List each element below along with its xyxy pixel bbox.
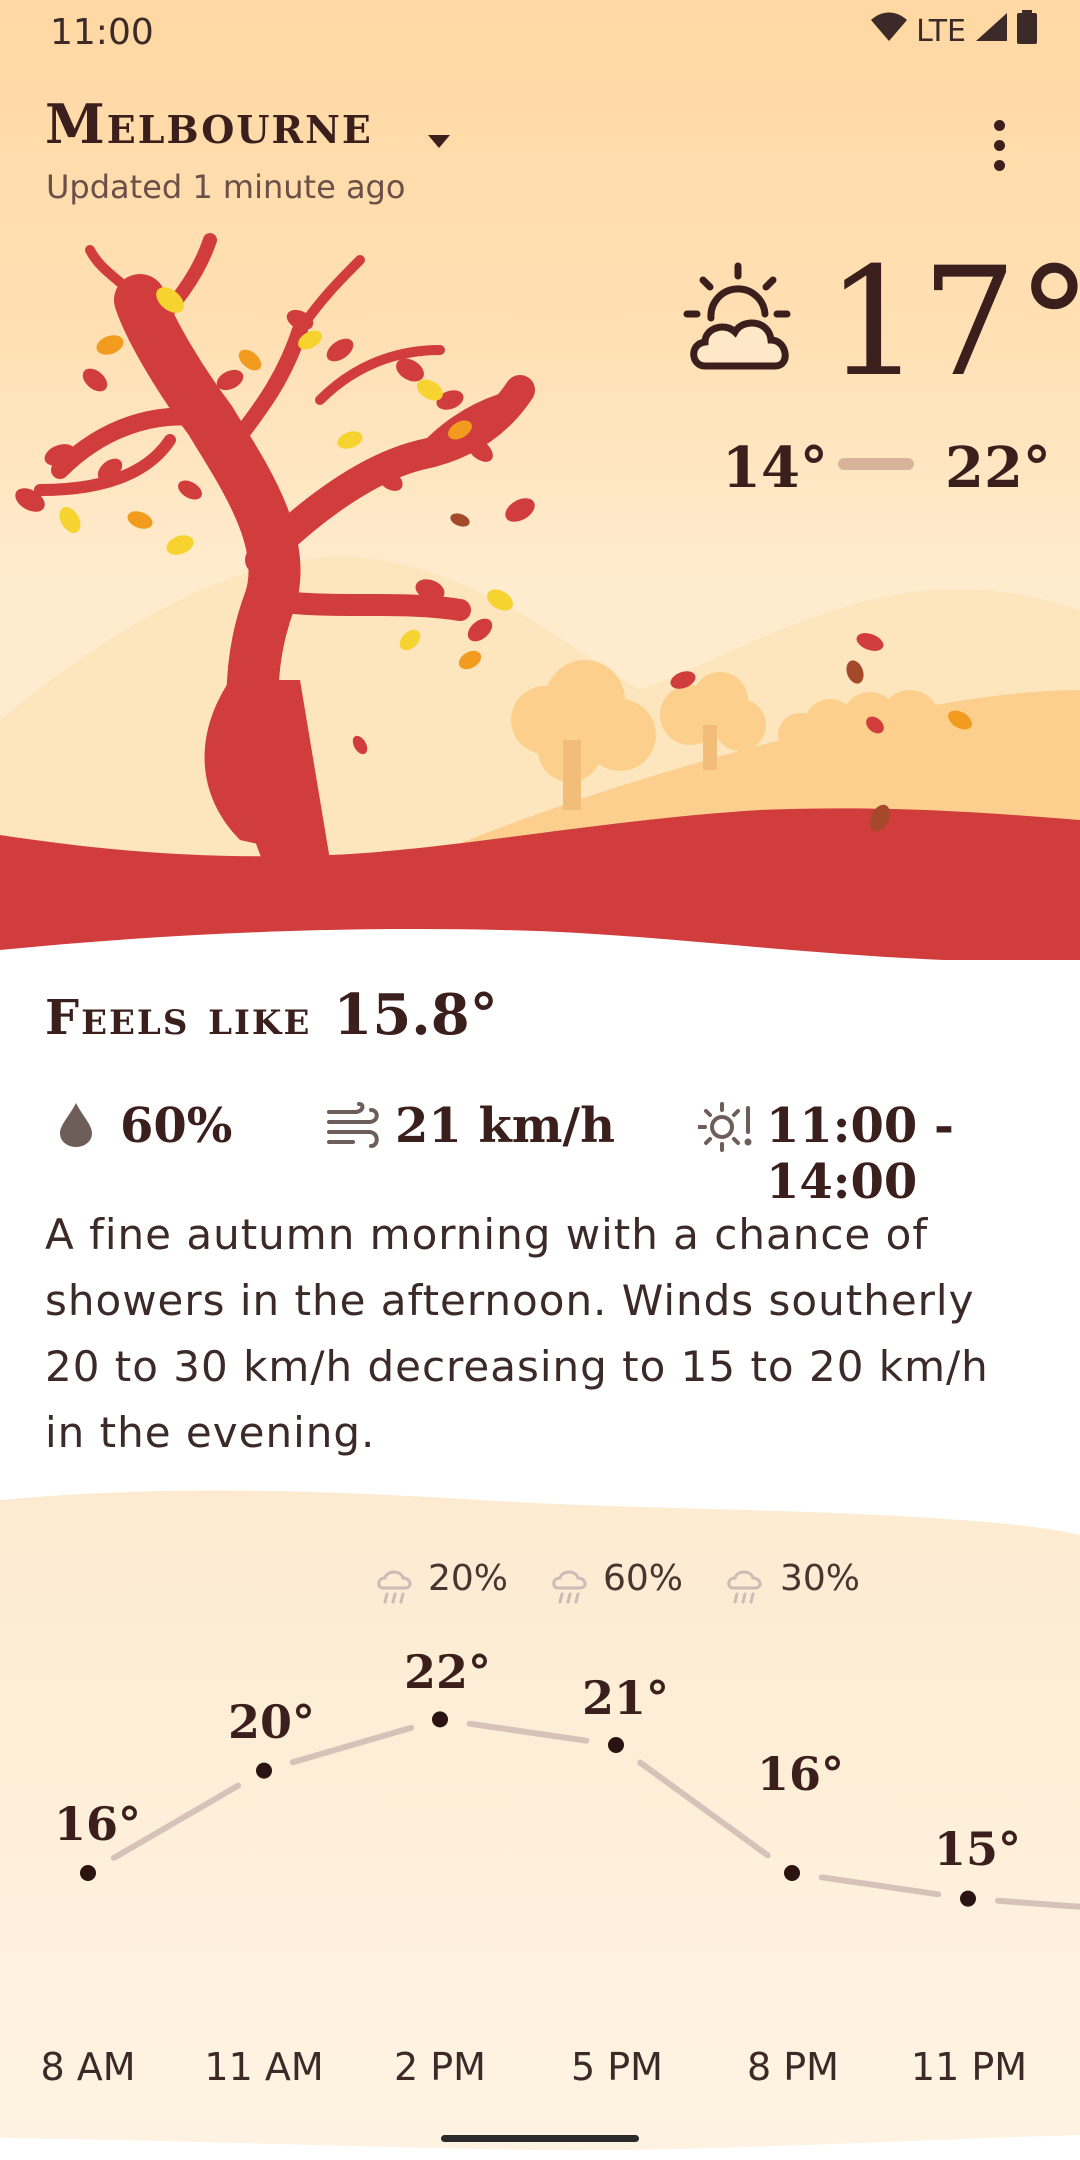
status-bar: 11:00 LTE xyxy=(0,0,1080,66)
network-type-label: LTE xyxy=(916,13,966,49)
hourly-time-label: 2 PM xyxy=(394,2045,486,2089)
temp-point xyxy=(432,1711,448,1728)
forecast-summary-text: A fine autumn morning with a chance of s… xyxy=(45,1210,989,1457)
temp-point xyxy=(960,1890,976,1907)
updated-timestamp: Updated 1 minute ago xyxy=(46,168,406,206)
feels-like-value: 15.8° xyxy=(333,982,498,1048)
rain-cloud-icon xyxy=(725,1566,765,1610)
hourly-temp-label: 22° xyxy=(404,1645,492,1699)
hourly-time-label: 11 AM xyxy=(204,2045,324,2089)
hourly-temp-label: 21° xyxy=(582,1671,670,1725)
hourly-time-label: 8 AM xyxy=(40,2045,136,2089)
city-name-dropdown[interactable]: Melbourne xyxy=(45,92,373,156)
temp-point xyxy=(608,1737,624,1753)
rain-cloud-icon xyxy=(550,1566,590,1610)
temp-line-segment xyxy=(818,1874,942,1898)
temp-line-segment xyxy=(466,1720,590,1744)
hourly-time-label: 5 PM xyxy=(571,2045,663,2089)
temp-point xyxy=(80,1865,96,1881)
gesture-nav-bar[interactable] xyxy=(441,2135,639,2142)
temp-line-segment xyxy=(994,1897,1080,1910)
cell-signal-icon xyxy=(974,12,1008,50)
wifi-icon xyxy=(870,12,908,50)
feels-like-label: Feels like xyxy=(45,990,312,1046)
hourly-temp-label: 20° xyxy=(228,1695,316,1749)
temp-point xyxy=(784,1865,800,1881)
hourly-time-label: 11 PM xyxy=(910,2045,1028,2089)
hourly-temp-label: 16° xyxy=(757,1747,845,1801)
battery-icon xyxy=(1016,10,1038,52)
wind-speed-value: 21 km/h xyxy=(395,1098,615,1154)
wind-icon xyxy=(325,1102,381,1154)
temp-line-segment xyxy=(637,1759,771,1859)
uv-window-value: 11:00 - 14:00 xyxy=(766,1098,954,1210)
rain-cloud-icon xyxy=(375,1566,415,1610)
high-temperature: 22° xyxy=(945,435,1051,501)
humidity-value: 60% xyxy=(120,1098,233,1154)
temp-point xyxy=(256,1762,272,1779)
uv-index-icon xyxy=(697,1100,754,1158)
temperature-range-bar xyxy=(838,458,914,470)
hourly-temp-label: 16° xyxy=(54,1797,142,1851)
feels-like-row: Feels like 15.8° xyxy=(45,982,498,1048)
hourly-time-label: 8 PM xyxy=(747,2045,839,2089)
status-time: 11:00 xyxy=(50,12,154,53)
current-temperature: 17° xyxy=(826,236,1080,410)
low-temperature: 14° xyxy=(722,435,828,501)
hourly-temp-label: 15° xyxy=(934,1822,1022,1876)
partly-cloudy-day-icon xyxy=(683,262,801,384)
rain-chance-label: 30% xyxy=(780,1558,861,1599)
rain-chance-label: 60% xyxy=(603,1558,684,1599)
chevron-down-icon[interactable] xyxy=(428,135,450,148)
rain-chance-label: 20% xyxy=(428,1558,509,1599)
status-icons: LTE xyxy=(870,10,1038,52)
humidity-drop-icon xyxy=(58,1101,94,1151)
overflow-menu-icon[interactable] xyxy=(986,116,1014,176)
